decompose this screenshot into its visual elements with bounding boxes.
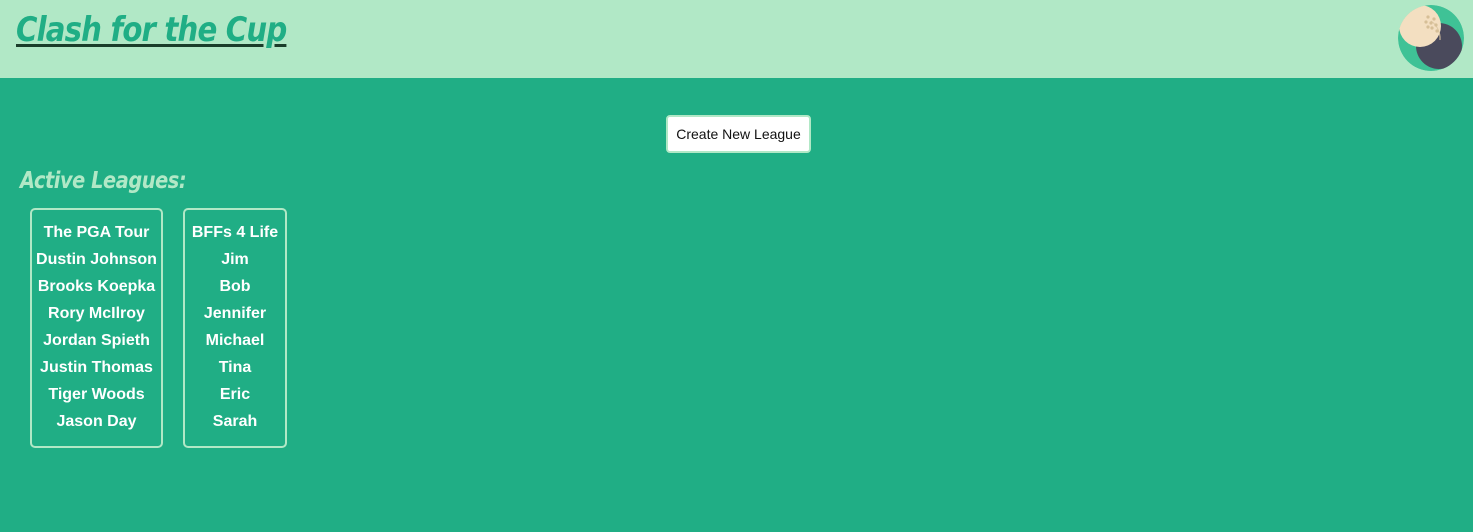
league-member: Jim	[221, 251, 249, 268]
league-member-list: The PGA Tour Dustin Johnson Brooks Koepk…	[32, 210, 161, 435]
league-member: Jason Day	[56, 413, 137, 430]
league-member: Dustin Johnson	[36, 251, 157, 268]
app-header: Clash for the Cup	[0, 0, 1473, 78]
league-member: Sarah	[212, 413, 258, 430]
active-leagues-heading: Active Leagues:	[20, 168, 187, 194]
league-member: Tiger Woods	[48, 386, 145, 403]
create-new-league-button[interactable]: Create New League	[666, 115, 811, 153]
league-member: Rory McIlroy	[48, 305, 145, 322]
league-member: Justin Thomas	[40, 359, 153, 376]
league-card[interactable]: BFFs 4 Life Jim Bob Jennifer Michael Tin…	[183, 208, 287, 448]
league-name: BFFs 4 Life	[191, 224, 279, 241]
league-member-list: BFFs 4 Life Jim Bob Jennifer Michael Tin…	[185, 210, 285, 435]
league-name: The PGA Tour	[43, 224, 150, 241]
league-member: Jennifer	[203, 305, 267, 322]
league-member: Brooks Koepka	[37, 278, 156, 295]
golf-ball-icon[interactable]	[1398, 5, 1464, 71]
league-member: Jordan Spieth	[43, 332, 150, 349]
app-title-link[interactable]: Clash for the Cup	[16, 10, 287, 50]
league-member: Tina	[218, 359, 252, 376]
avatar-image	[1398, 5, 1464, 71]
league-member: Michael	[205, 332, 265, 349]
league-member: Eric	[219, 386, 251, 403]
league-card[interactable]: The PGA Tour Dustin Johnson Brooks Koepk…	[30, 208, 163, 448]
league-member: Bob	[219, 278, 251, 295]
